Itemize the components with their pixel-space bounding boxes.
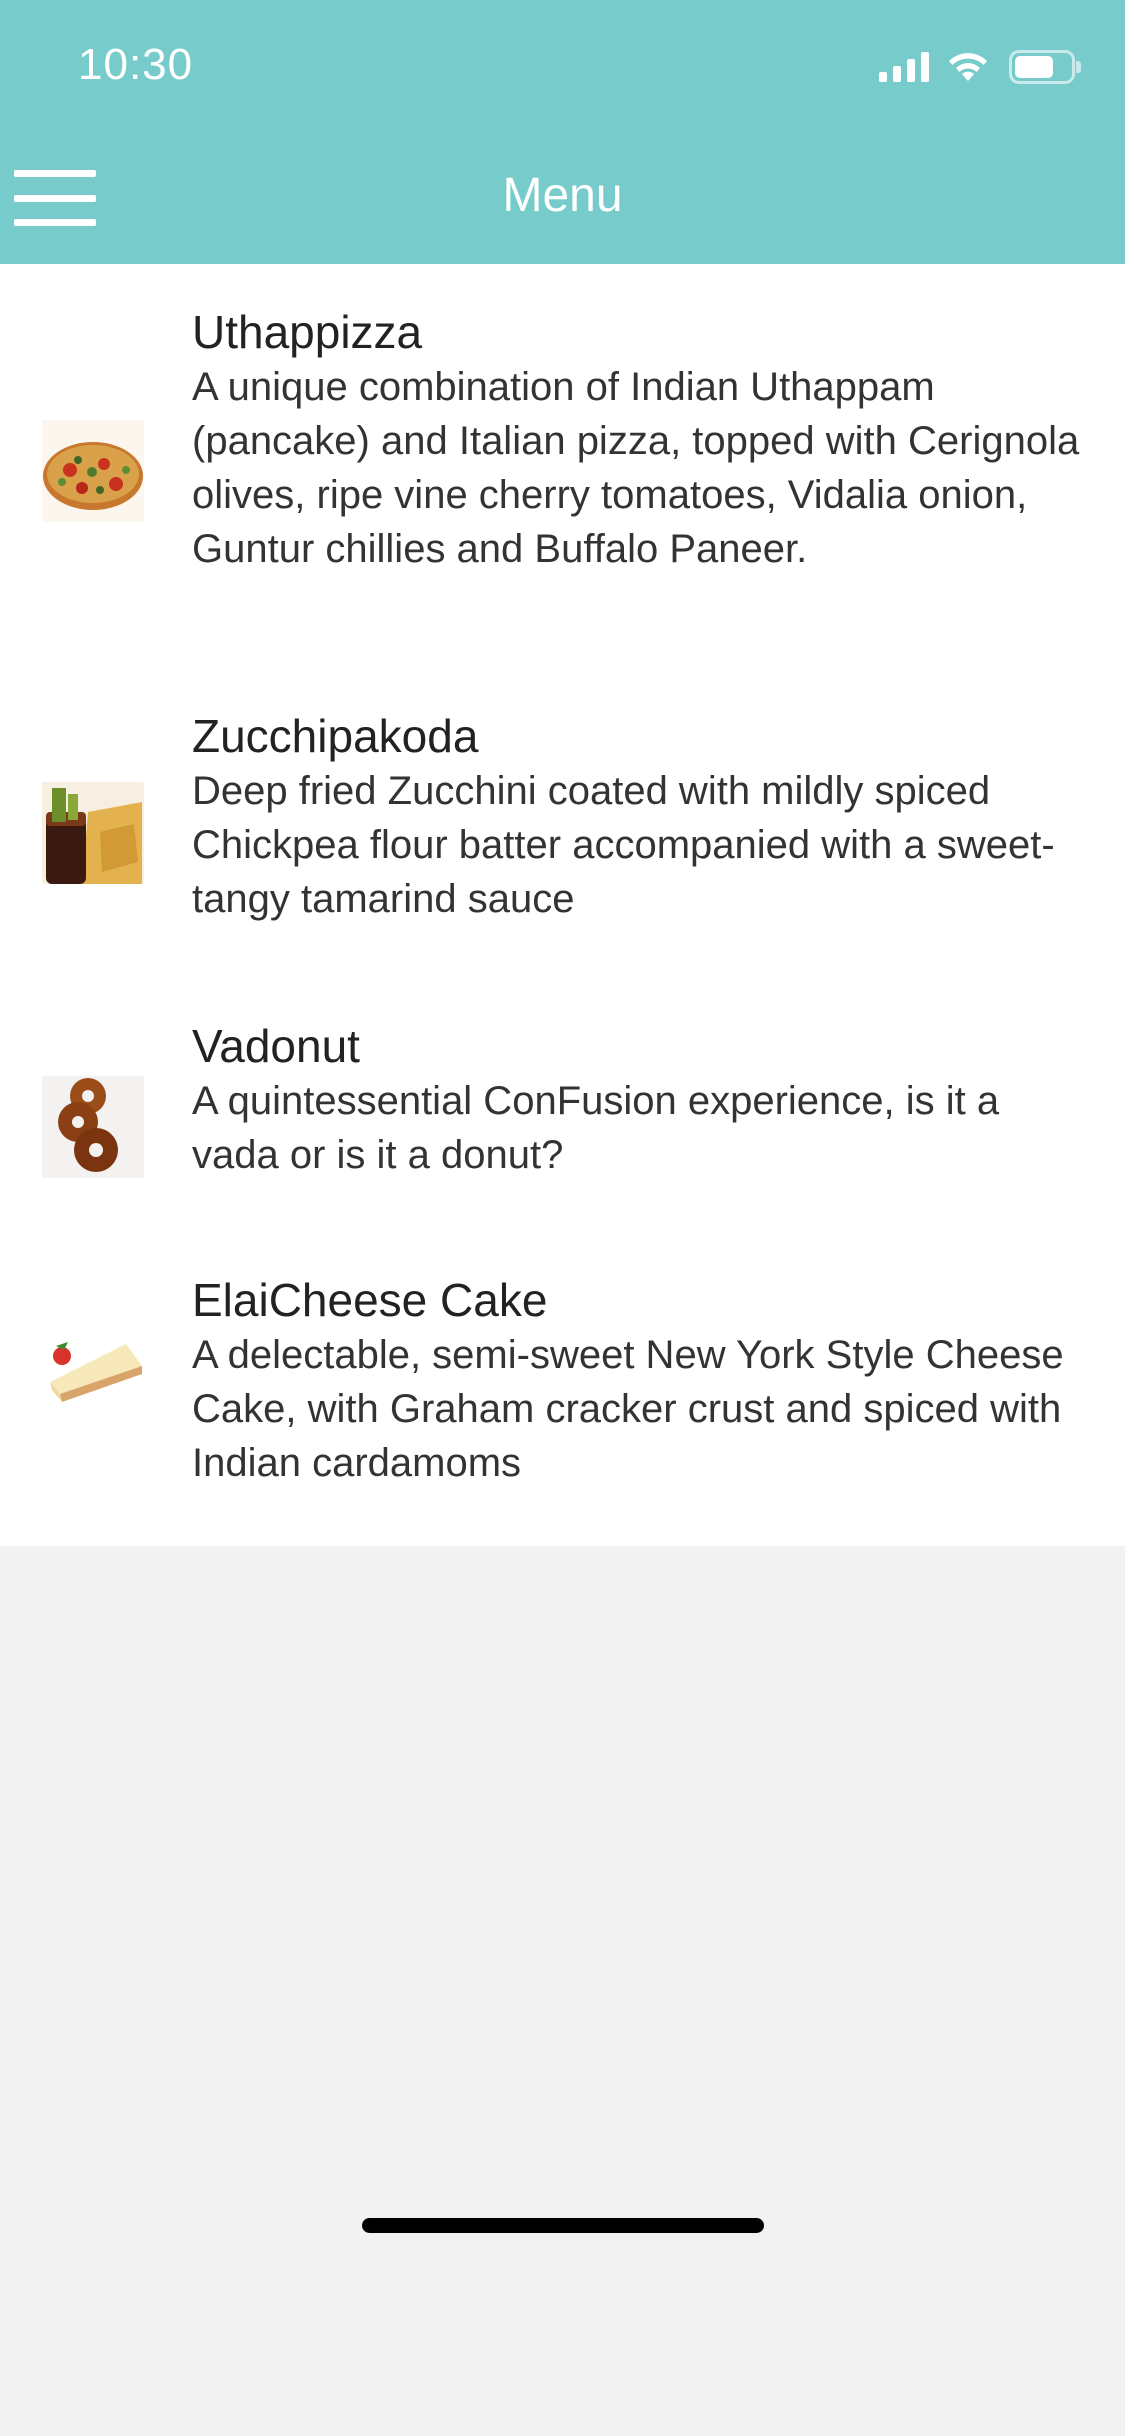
app-screen: 10:30 Menu Uthappizza A unique combinati… <box>0 0 1125 2436</box>
list-item[interactable]: Zucchipakoda Deep fried Zucchini coated … <box>0 668 1125 978</box>
dish-name: Zucchipakoda <box>192 710 479 762</box>
page-title: Menu <box>502 169 623 222</box>
item-text: Uthappizza A unique combination of India… <box>192 304 1095 576</box>
status-time: 10:30 <box>78 40 194 89</box>
dish-name: ElaiCheese Cake <box>192 1274 548 1326</box>
dish-description: A quintessential ConFusion experience, i… <box>192 1079 1000 1177</box>
home-indicator[interactable] <box>362 2218 764 2233</box>
dish-description: Deep fried Zucchini coated with mildly s… <box>192 769 1055 921</box>
pizza-thumbnail <box>42 420 144 522</box>
list-item[interactable]: Uthappizza A unique combination of India… <box>0 264 1125 668</box>
wifi-icon <box>949 53 987 81</box>
dish-description: A delectable, semi-sweet New York Style … <box>192 1333 1064 1485</box>
dish-list: Uthappizza A unique combination of India… <box>0 264 1125 1546</box>
list-item[interactable]: Vadonut A quintessential ConFusion exper… <box>0 978 1125 1232</box>
status-icons <box>879 50 1081 84</box>
battery-icon <box>1009 50 1081 84</box>
dish-name: Uthappizza <box>192 306 423 358</box>
dish-name: Vadonut <box>192 1020 360 1072</box>
signal-icon <box>879 52 929 82</box>
list-item[interactable]: ElaiCheese Cake A delectable, semi-sweet… <box>0 1232 1125 1546</box>
header: 10:30 Menu <box>0 0 1125 264</box>
donut-thumbnail <box>42 1076 144 1178</box>
dish-description: A unique combination of Indian Uthappam … <box>192 365 1080 571</box>
cheesecake-thumbnail <box>42 1324 144 1426</box>
item-text: Zucchipakoda Deep fried Zucchini coated … <box>192 708 1095 926</box>
item-text: ElaiCheese Cake A delectable, semi-sweet… <box>192 1272 1095 1490</box>
pakoda-thumbnail <box>42 782 144 884</box>
item-text: Vadonut A quintessential ConFusion exper… <box>192 1018 1095 1182</box>
